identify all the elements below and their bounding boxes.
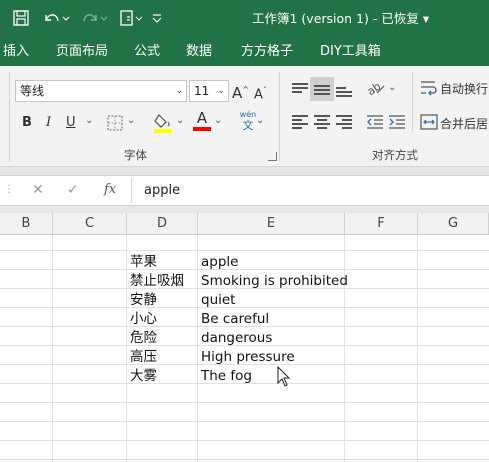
gridline: [0, 440, 489, 441]
gridline: [0, 459, 489, 460]
wrap-text-icon[interactable]: [420, 79, 438, 103]
redo-icon[interactable]: [80, 9, 108, 29]
middle-align-icon[interactable]: [314, 85, 330, 99]
chevron-down-icon: ⌄: [175, 86, 183, 96]
decrease-indent-icon[interactable]: [366, 114, 384, 136]
font-color-button[interactable]: A: [192, 110, 212, 131]
font-name-box[interactable]: 等线 ⌄: [15, 80, 187, 102]
phonetic-dropdown[interactable]: ⌄: [256, 112, 264, 130]
grow-font-button[interactable]: A^: [232, 81, 249, 102]
formula-spacer: [0, 206, 489, 213]
group-divider: [412, 72, 413, 132]
wrap-text-button[interactable]: 自动换行: [440, 80, 488, 98]
orientation-dropdown[interactable]: ⌄: [388, 79, 396, 97]
border-icon[interactable]: [107, 115, 123, 137]
cell-d[interactable]: 禁止吸烟: [130, 272, 184, 291]
gridline: [0, 250, 489, 251]
cell-e[interactable]: High pressure: [201, 348, 295, 367]
merge-center-button[interactable]: 合并后居中: [440, 115, 489, 133]
mouse-pointer-icon: [277, 366, 291, 387]
cell-d[interactable]: 高压: [130, 348, 157, 367]
column-header-g[interactable]: G: [418, 213, 489, 235]
cell-e[interactable]: Be careful: [201, 310, 269, 329]
formula-bar: ⋮ ✕ ✓ fx apple: [0, 175, 489, 206]
cell-d[interactable]: 小心: [130, 310, 157, 329]
cell-d[interactable]: 安静: [130, 291, 157, 310]
ribbon: 等线 ⌄ 11 ⌄ A^ Aˇ B I U ⌄ ⌄ ⌄ A ⌄ wén 文 ⌄ …: [0, 66, 489, 167]
align-center-icon[interactable]: [314, 115, 330, 129]
gridline: [0, 402, 489, 403]
column-header-b[interactable]: B: [0, 213, 53, 235]
column-header-f[interactable]: F: [345, 213, 418, 235]
cell-e[interactable]: The fog: [201, 367, 252, 386]
tab-page-layout[interactable]: 页面布局: [56, 43, 108, 61]
column-header-c[interactable]: C: [53, 213, 127, 235]
shrink-font-button[interactable]: Aˇ: [254, 82, 267, 104]
svg-text:ab: ab: [366, 80, 383, 97]
fill-color-dropdown[interactable]: ⌄: [176, 112, 184, 130]
underline-button[interactable]: U: [66, 114, 76, 132]
group-divider: [279, 72, 280, 162]
chevron-down-icon: ⌄: [217, 86, 225, 96]
cell-e[interactable]: quiet: [201, 291, 235, 310]
column-header-d[interactable]: D: [127, 213, 198, 235]
underline-dropdown[interactable]: ⌄: [85, 112, 93, 130]
ribbon-spacer: [0, 167, 489, 175]
tab-insert[interactable]: 插入: [3, 43, 29, 61]
border-dropdown[interactable]: ⌄: [127, 112, 135, 130]
align-right-icon[interactable]: [336, 115, 352, 129]
italic-button[interactable]: I: [46, 114, 51, 132]
top-align-icon[interactable]: [292, 83, 308, 97]
alignment-group-label: 对齐方式: [372, 148, 418, 162]
grip-icon: ⋮: [4, 184, 14, 195]
tab-fangfang-gezi[interactable]: 方方格子: [241, 43, 293, 61]
phonetic-button[interactable]: wén 文: [238, 110, 258, 132]
new-document-icon[interactable]: [118, 9, 144, 29]
cell-d[interactable]: 大雾: [130, 367, 157, 386]
gridline: [0, 421, 489, 422]
font-size-box[interactable]: 11 ⌄: [189, 80, 229, 102]
tab-diy-toolbox[interactable]: DIY工具箱: [320, 43, 381, 61]
cell-e[interactable]: apple: [201, 253, 238, 272]
orientation-icon[interactable]: ab: [365, 79, 386, 103]
tab-data[interactable]: 数据: [186, 43, 212, 61]
tab-formulas[interactable]: 公式: [134, 43, 160, 61]
cell-d[interactable]: 苹果: [130, 253, 157, 272]
gridline: [0, 269, 489, 270]
cell-e[interactable]: dangerous: [201, 329, 272, 348]
insert-function-icon[interactable]: fx: [104, 182, 116, 197]
formula-input[interactable]: apple: [131, 179, 489, 203]
title-bar: 工作簿1 (version 1) - 已恢复 ▾: [0, 0, 489, 37]
font-color-swatch: [193, 127, 211, 131]
cancel-icon[interactable]: ✕: [32, 182, 44, 198]
bold-button[interactable]: B: [22, 114, 32, 132]
cell-d[interactable]: 危险: [130, 329, 157, 348]
window-title: 工作簿1 (version 1) - 已恢复 ▾: [252, 11, 430, 26]
font-group-label: 字体: [124, 148, 147, 162]
ribbon-tabs: 插入 页面布局 公式 数据 方方格子 DIY工具箱: [0, 37, 489, 66]
font-size-value: 11: [194, 84, 210, 98]
group-divider: [9, 72, 10, 162]
column-header-e[interactable]: E: [198, 213, 345, 235]
customize-quick-access-icon[interactable]: [150, 9, 164, 29]
fill-color-icon[interactable]: [153, 112, 173, 140]
font-color-dropdown[interactable]: ⌄: [214, 112, 222, 130]
enter-icon[interactable]: ✓: [67, 182, 79, 198]
align-left-icon[interactable]: [292, 115, 308, 129]
cell-e[interactable]: Smoking is prohibited: [201, 272, 348, 291]
merge-center-icon[interactable]: [420, 114, 438, 136]
save-icon[interactable]: [12, 9, 30, 29]
gridline: [0, 307, 489, 308]
increase-indent-icon[interactable]: [388, 114, 406, 136]
bottom-align-icon[interactable]: [336, 87, 352, 101]
font-dialog-launcher-icon[interactable]: [268, 152, 277, 161]
font-name-value: 等线: [20, 84, 45, 98]
undo-icon[interactable]: [42, 9, 70, 29]
